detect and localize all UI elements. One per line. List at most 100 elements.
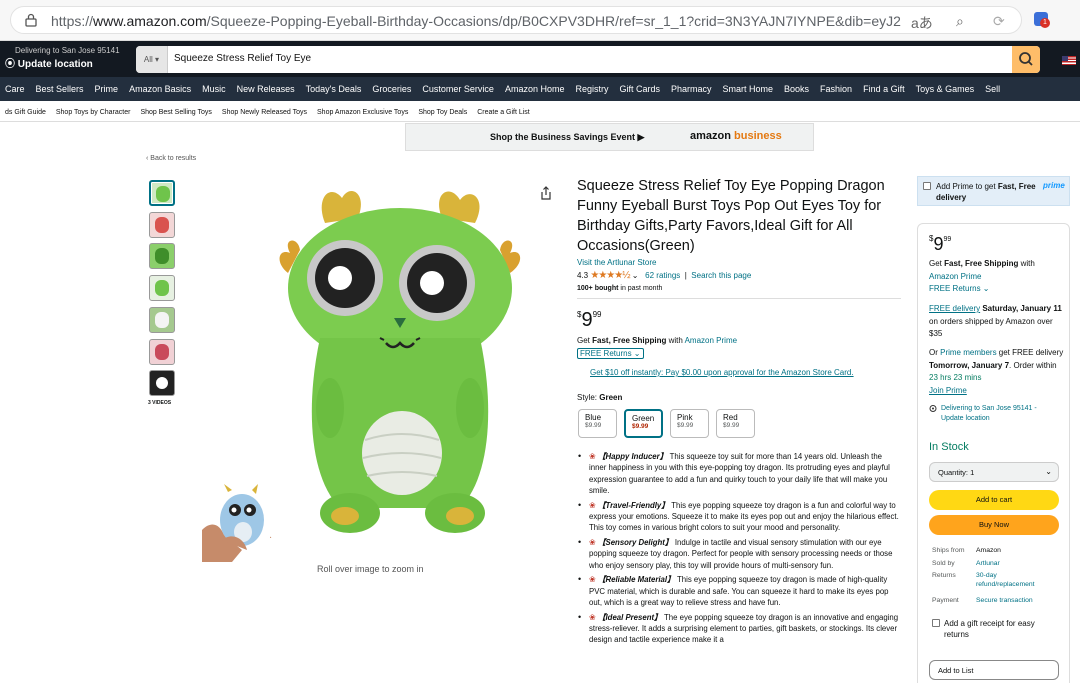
nav-item[interactable]: Care	[0, 77, 31, 101]
amazon-prime-link[interactable]: Amazon Prime	[929, 272, 981, 281]
rating-row: 4.3 ★★★★½ ⌄ 62 ratings | Search this pag…	[577, 270, 752, 281]
video-thumbnail[interactable]	[149, 370, 175, 396]
subnav-item[interactable]: Shop Best Selling Toys	[135, 102, 216, 121]
thumbnail[interactable]	[149, 180, 175, 206]
nav-item[interactable]: Today's Deals	[301, 77, 368, 101]
free-delivery-link[interactable]: FREE delivery	[929, 304, 980, 313]
thumbnail[interactable]	[149, 243, 175, 269]
payment-link[interactable]: Secure transaction	[976, 596, 1056, 605]
nav-item[interactable]: Fashion	[815, 77, 858, 101]
style-option-red[interactable]: Red $9.99	[716, 409, 755, 438]
share-icon[interactable]	[540, 186, 552, 200]
free-returns-dropdown[interactable]: FREE Returns ⌄	[577, 348, 644, 359]
flower-icon: ❀	[589, 612, 596, 622]
search-button[interactable]	[1012, 46, 1040, 73]
returns-link[interactable]: 30-day refund/replacement	[976, 571, 1056, 589]
nav-item[interactable]: Smart Home	[718, 77, 780, 101]
style-option-blue[interactable]: Blue $9.99	[578, 409, 617, 438]
style-option-green[interactable]: Green $9.99	[624, 409, 663, 438]
business-banner[interactable]: Shop the Business Savings Event ▶ amazon…	[405, 123, 814, 151]
zoom-icon[interactable]: ⌕	[956, 13, 964, 30]
main-nav: Care Best Sellers Prime Amazon Basics Music N…	[0, 77, 1080, 101]
thumbnail[interactable]	[149, 275, 175, 301]
style-option-name: Green	[632, 414, 655, 423]
add-prime-box: Add Prime to get Fast, Free delivery pri…	[917, 176, 1070, 206]
nav-item[interactable]: Music	[197, 77, 232, 101]
chevron-down-icon[interactable]: ⌄	[632, 271, 639, 280]
address-bar[interactable]: https://www.amazon.com/Squeeze-Popping-E…	[10, 6, 1022, 34]
add-prime-checkbox[interactable]	[923, 182, 931, 190]
subnav-item[interactable]: Create a Gift List	[472, 102, 535, 121]
store-card-promo-link[interactable]: Get $10 off instantly: Pay $0.00 upon ap…	[590, 368, 854, 377]
feature-bullet: ❀ 【Sensory Delight】 Indulge in tactile a…	[577, 537, 901, 571]
search-category-select[interactable]: All ▾	[136, 46, 168, 73]
read-aloud-icon[interactable]: aあ	[911, 13, 933, 33]
deliver-to[interactable]: Delivering to San Jose 95141 ⦿ Update lo…	[5, 46, 120, 70]
subnav-item[interactable]: Shop Toys by Character	[51, 102, 136, 121]
nav-item[interactable]: Amazon Home	[500, 77, 571, 101]
nav-item[interactable]: Customer Service	[417, 77, 500, 101]
extension-icon[interactable]: 1	[1034, 12, 1050, 28]
back-to-results-link[interactable]: ‹ Back to results	[146, 155, 196, 162]
hand-holding-toy-image	[202, 484, 264, 562]
refresh-icon[interactable]: ⟳	[993, 13, 1005, 30]
buy-now-button[interactable]: Buy Now	[929, 515, 1059, 535]
subnav-item[interactable]: ds Gift Guide	[0, 102, 51, 121]
add-to-list-button[interactable]: Add to List	[929, 660, 1059, 680]
store-link[interactable]: Visit the Artlunar Store	[577, 258, 656, 267]
nav-item[interactable]: Sell	[980, 77, 1006, 101]
nav-item[interactable]: Prime	[90, 77, 125, 101]
subnav-item[interactable]: Shop Amazon Exclusive Toys	[312, 102, 413, 121]
seller-link[interactable]: Artlunar	[976, 559, 1056, 568]
shipping-prefix: Get	[577, 336, 593, 345]
prime-members-link[interactable]: Prime members	[940, 348, 996, 357]
lock-icon[interactable]	[25, 13, 37, 27]
rating-value: 4.3	[577, 271, 589, 280]
star-rating-icon[interactable]: ★★★★½	[590, 270, 630, 281]
flower-icon: ❀	[589, 500, 596, 510]
join-prime-link[interactable]: Join Prime	[929, 386, 967, 395]
price-whole: 9	[581, 309, 593, 331]
price-fraction: 99	[592, 310, 602, 319]
url-host: www.amazon.com	[93, 13, 207, 29]
url-text[interactable]: https://www.amazon.com/Squeeze-Popping-E…	[51, 13, 901, 29]
ratings-count-link[interactable]: 62 ratings	[645, 271, 680, 280]
search-input[interactable]: Squeeze Stress Relief Toy Eye	[174, 53, 311, 64]
delivery-location-link[interactable]: Delivering to San Jose 95141 - Update lo…	[929, 404, 1049, 424]
gift-receipt-checkbox[interactable]	[932, 619, 940, 627]
stock-status: In Stock	[929, 441, 969, 453]
style-option-pink[interactable]: Pink $9.99	[670, 409, 709, 438]
bullet-heading: 【Reliable Material】	[597, 575, 675, 585]
subnav-item[interactable]: Shop Toy Deals	[413, 102, 472, 121]
amazon-business-logo: amazon business	[690, 130, 782, 142]
fastest-delivery-date: Tomorrow, January 7	[929, 360, 1010, 370]
nav-item[interactable]: Amazon Basics	[124, 77, 197, 101]
free-returns-dropdown[interactable]: FREE Returns ⌄	[929, 284, 990, 293]
nav-item[interactable]: Books	[779, 77, 815, 101]
feature-bullet: ❀ 【Travel-Friendly】 This eye popping squ…	[577, 500, 901, 534]
info-value: Amazon	[976, 547, 1001, 554]
amazon-prime-link[interactable]: Amazon Prime	[685, 336, 737, 345]
nav-item[interactable]: Gift Cards	[614, 77, 666, 101]
search-this-page-link[interactable]: Search this page	[691, 271, 751, 280]
nav-item[interactable]: Pharmacy	[666, 77, 718, 101]
thumbnail[interactable]	[149, 307, 175, 333]
thumbnail[interactable]	[149, 212, 175, 238]
thumbnail[interactable]	[149, 339, 175, 365]
nav-item[interactable]: Find a Gift	[858, 77, 911, 101]
nav-item[interactable]: New Releases	[232, 77, 301, 101]
free-delivery-date: Saturday, January 11	[980, 304, 1062, 313]
product-main-image[interactable]	[270, 178, 530, 538]
nav-item[interactable]: Toys & Games	[911, 77, 981, 101]
style-option-name: Pink	[677, 413, 693, 422]
quantity-select[interactable]: Quantity: 1 ⌄	[929, 462, 1059, 482]
subnav-item[interactable]: Shop Newly Released Toys	[217, 102, 312, 121]
nav-item[interactable]: Groceries	[367, 77, 417, 101]
add-to-cart-button[interactable]: Add to cart	[929, 490, 1059, 510]
nav-item[interactable]: Best Sellers	[31, 77, 90, 101]
nav-item[interactable]: Registry	[570, 77, 614, 101]
style-option-price: $9.99	[585, 422, 602, 429]
browser-toolbar: https://www.amazon.com/Squeeze-Popping-E…	[0, 0, 1080, 41]
play-icon	[156, 377, 168, 389]
us-flag-icon[interactable]	[1062, 56, 1076, 65]
